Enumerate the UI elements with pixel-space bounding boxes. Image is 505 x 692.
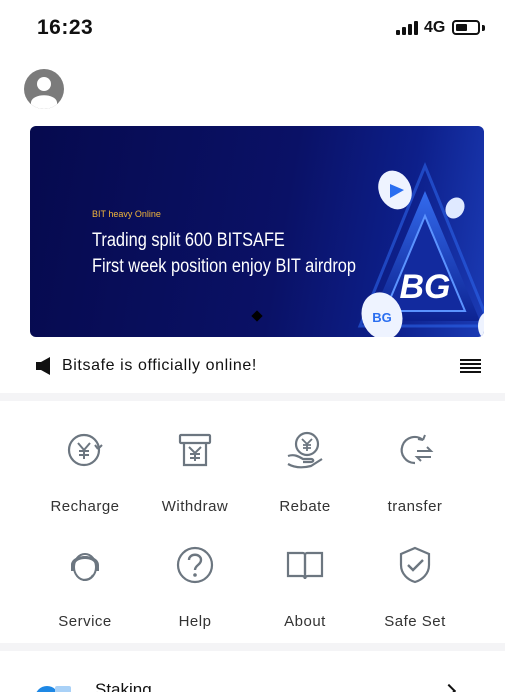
quick-action-help[interactable]: Help xyxy=(140,545,250,630)
quick-action-withdraw[interactable]: Withdraw xyxy=(140,430,250,515)
quick-action-label: Rebate xyxy=(279,498,331,515)
quick-action-label: transfer xyxy=(387,498,443,515)
quick-action-transfer[interactable]: transfer xyxy=(360,430,470,515)
menu-icon[interactable] xyxy=(460,359,481,373)
status-bar: 16:23 4G xyxy=(0,0,505,52)
banner-tag: BIT heavy Online xyxy=(92,209,161,219)
quick-action-label: Service xyxy=(58,613,112,630)
banner-coin-logo: BG xyxy=(372,310,392,325)
about-book-icon xyxy=(286,551,324,580)
section-divider xyxy=(0,393,505,401)
rebate-hand-icon xyxy=(287,431,323,469)
staking-row[interactable]: Staking xyxy=(0,660,505,692)
battery-icon xyxy=(452,20,480,35)
quick-action-rebate[interactable]: Rebate xyxy=(250,430,360,515)
chevron-right-icon xyxy=(441,683,457,692)
quick-action-label: Withdraw xyxy=(161,498,229,515)
network-type: 4G xyxy=(424,19,446,36)
speaker-icon xyxy=(36,357,50,375)
battery-tip xyxy=(482,25,485,31)
quick-action-label: Safe Set xyxy=(384,613,446,630)
battery-level-fill xyxy=(456,24,467,31)
banner-logo-text: BG xyxy=(400,268,451,306)
quick-action-recharge[interactable]: Recharge xyxy=(30,430,140,515)
notice-bar[interactable]: Bitsafe is officially online! xyxy=(0,348,505,386)
quick-action-safe-set[interactable]: Safe Set xyxy=(360,545,470,630)
shield-check-icon xyxy=(399,546,431,584)
promo-banner[interactable]: BIT heavy Online Trading split 600 BITSA… xyxy=(30,126,484,337)
section-divider xyxy=(0,643,505,651)
banner-subheadline: First week position enjoy BIT airdrop xyxy=(92,256,356,277)
service-agent-icon xyxy=(71,553,99,581)
carousel-indicator[interactable] xyxy=(251,310,263,322)
staking-icon xyxy=(36,686,71,692)
quick-action-label: About xyxy=(284,613,326,630)
staking-label: Staking xyxy=(95,680,152,692)
withdraw-icon xyxy=(178,433,212,467)
banner-headline: Trading split 600 BITSAFE xyxy=(92,230,285,251)
quick-action-label: Recharge xyxy=(50,498,120,515)
notice-text: Bitsafe is officially online! xyxy=(62,357,257,374)
user-avatar-icon[interactable] xyxy=(24,69,64,109)
quick-action-label: Help xyxy=(178,613,212,630)
status-time: 16:23 xyxy=(37,16,94,39)
help-question-icon xyxy=(176,546,214,584)
quick-action-service[interactable]: Service xyxy=(30,545,140,630)
transfer-icon xyxy=(400,434,434,465)
signal-icon xyxy=(396,21,420,35)
quick-action-about[interactable]: About xyxy=(250,545,360,630)
recharge-yen-icon xyxy=(67,433,103,467)
banner-logo-art: BG BG xyxy=(357,162,484,337)
